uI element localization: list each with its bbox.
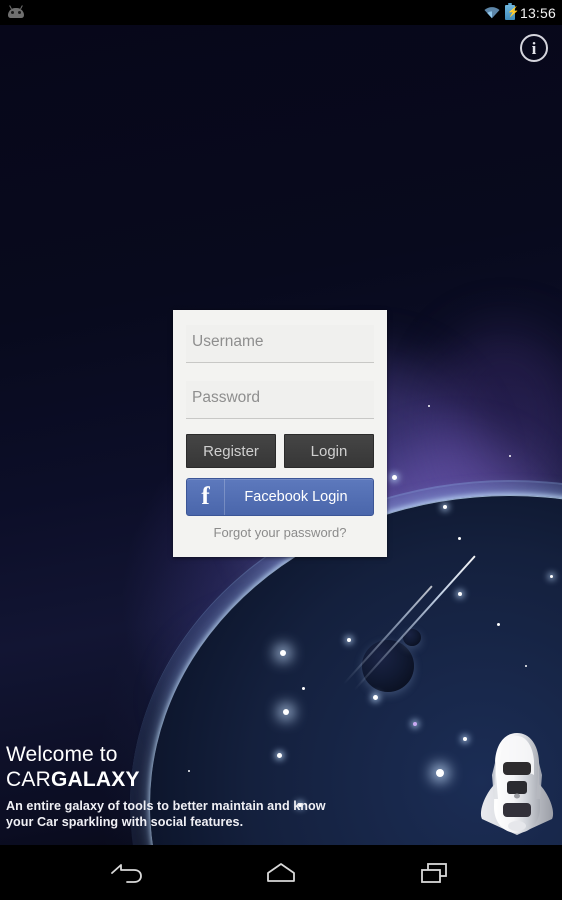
username-input[interactable] [186, 325, 374, 363]
star [525, 665, 527, 667]
login-card: Register Login f Facebook Login Forgot y… [173, 310, 387, 557]
star [443, 505, 447, 509]
recent-apps-icon[interactable] [412, 856, 458, 890]
star [497, 623, 500, 626]
star [509, 455, 511, 457]
planet-large [362, 640, 414, 692]
auth-button-row: Register Login [186, 434, 374, 468]
facebook-login-label: Facebook Login [244, 489, 348, 505]
brand-suffix: GALAXY [50, 768, 140, 791]
app-screen: ⚡ 13:56 i Register Login f Facebook Logi… [0, 0, 562, 900]
star [347, 638, 351, 642]
brand-prefix: CAR [6, 768, 51, 791]
star [280, 650, 286, 656]
star [302, 687, 305, 690]
welcome-block: Welcome to CARGALAXY An entire galaxy of… [6, 742, 336, 830]
star [463, 737, 467, 741]
app-brand-title: CARGALAXY [6, 767, 336, 793]
wifi-icon [484, 7, 500, 19]
star [373, 695, 378, 700]
star [283, 709, 289, 715]
car-shuttle-graphic [480, 733, 554, 835]
battery-bolt-glyph: ⚡ [506, 7, 520, 18]
android-robot-icon [8, 5, 24, 19]
facebook-icon: f [187, 479, 225, 515]
battery-charging-icon: ⚡ [504, 3, 520, 20]
welcome-description: An entire galaxy of tools to better main… [6, 799, 326, 829]
star [413, 722, 417, 726]
register-button[interactable]: Register [186, 434, 276, 468]
star [550, 575, 553, 578]
star [436, 769, 444, 777]
welcome-line: Welcome to [6, 743, 118, 766]
status-clock: 13:56 [519, 4, 556, 21]
status-bar: ⚡ 13:56 [0, 0, 562, 25]
android-navigation-bar [0, 845, 562, 900]
star [458, 537, 461, 540]
star [392, 475, 397, 480]
home-icon[interactable] [258, 856, 304, 890]
star [458, 592, 462, 596]
info-icon[interactable]: i [520, 34, 548, 62]
login-button[interactable]: Login [284, 434, 374, 468]
star [428, 405, 430, 407]
forgot-password-link[interactable]: Forgot your password? [186, 525, 374, 540]
back-arrow-icon[interactable] [104, 856, 150, 890]
password-input[interactable] [186, 381, 374, 419]
facebook-login-button[interactable]: f Facebook Login [186, 478, 374, 516]
